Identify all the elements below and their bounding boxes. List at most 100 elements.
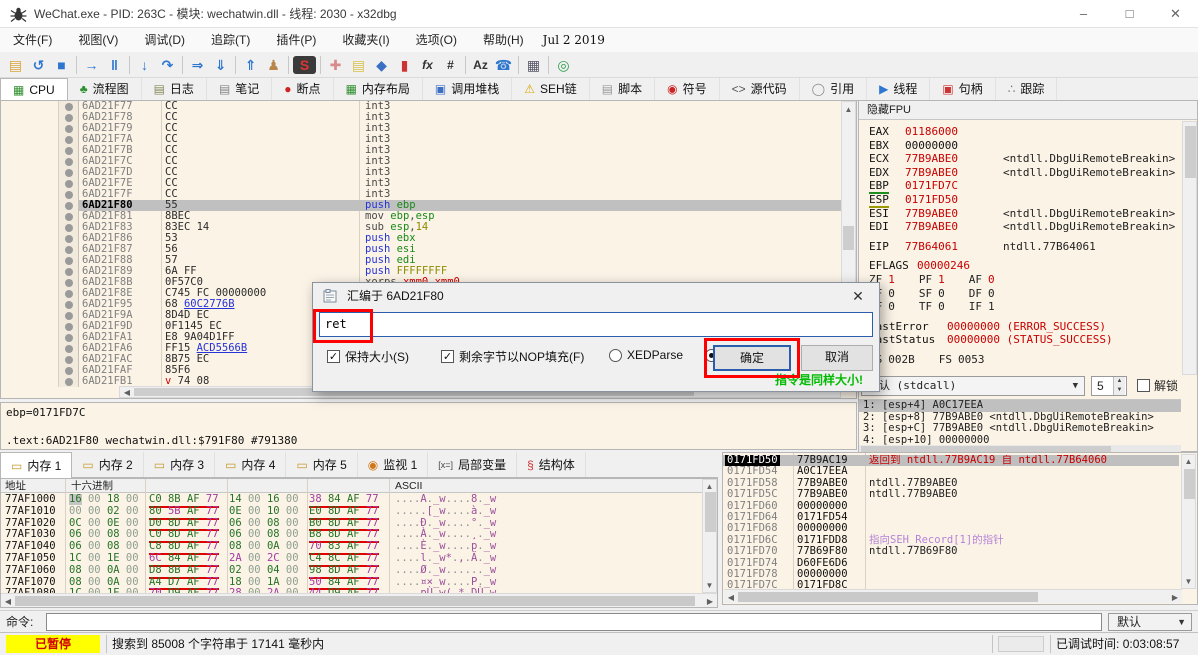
scroll-up-icon[interactable]: ▲ xyxy=(703,482,716,491)
close-button[interactable]: ✕ xyxy=(1153,0,1198,28)
stack-row[interactable]: 0171FD5C77B9ABE0ntdll.77B9ABE0 xyxy=(723,489,1179,500)
tab-内存-1[interactable]: ▭内存 1 xyxy=(0,452,72,478)
calling-convention-select[interactable]: 默认 (stdcall)▼ xyxy=(861,376,1085,396)
breakpoint-dot[interactable] xyxy=(65,158,73,166)
tab-内存-2[interactable]: ▭内存 2 xyxy=(72,452,143,477)
disasm-row[interactable]: 6AD21F8653push ebx xyxy=(79,233,841,244)
memory-horizontal-scrollbar[interactable]: ◀ ▶ xyxy=(1,593,717,607)
menu-item[interactable]: 收藏夹(I) xyxy=(329,28,402,52)
tab-结构体[interactable]: §结构体 xyxy=(517,452,586,477)
stop-icon[interactable]: ■ xyxy=(50,54,73,76)
scroll-thumb[interactable] xyxy=(738,592,1038,602)
argument-row[interactable]: 1: [esp+4] A0C17EEA xyxy=(859,400,1181,412)
calculator-icon[interactable]: ▦ xyxy=(522,54,545,76)
breakpoint-dot[interactable] xyxy=(65,213,73,221)
tab-局部变量[interactable]: [x=]局部变量 xyxy=(428,452,517,477)
scroll-right-icon[interactable]: ▶ xyxy=(1170,593,1180,602)
fill-nop-checkbox[interactable]: ✓ 剩余字节以NOP填充(F) xyxy=(441,348,584,365)
register-row[interactable]: EFLAGS00000246 xyxy=(859,259,1181,273)
menu-item[interactable]: 插件(P) xyxy=(263,28,329,52)
tab-references[interactable]: ◯引用 xyxy=(800,78,867,100)
tab-graph[interactable]: ♣流程图 xyxy=(68,78,142,100)
tab-source[interactable]: <>源代码 xyxy=(720,78,800,100)
register-row[interactable]: ESP0171FD50 xyxy=(859,193,1181,207)
command-history-select[interactable]: 默认▼ xyxy=(1108,613,1192,631)
xedparse-radio[interactable]: XEDParse xyxy=(609,348,683,362)
scroll-left-icon[interactable]: ◀ xyxy=(3,597,13,606)
tab-handles[interactable]: ▣句柄 xyxy=(930,78,995,100)
stack-row[interactable]: 0171FD640171FD54 xyxy=(723,512,1179,523)
breakpoint-dot[interactable] xyxy=(65,323,73,331)
register-row[interactable]: EDX77B9ABE0<ntdll.DbgUiRemoteBreakin> xyxy=(859,166,1181,180)
scroll-thumb[interactable] xyxy=(1185,126,1196,178)
tab-内存-4[interactable]: ▭内存 4 xyxy=(215,452,286,477)
run-to-user-code-icon[interactable]: ⇒ xyxy=(186,54,209,76)
register-row[interactable]: EIP77B64061ntdll.77B64061 xyxy=(859,240,1181,254)
patches-icon[interactable]: ✚ xyxy=(324,54,347,76)
keep-size-checkbox[interactable]: ✓ 保持大小(S) xyxy=(327,348,409,365)
menu-item[interactable]: 选项(O) xyxy=(403,28,470,52)
menu-item[interactable]: 追踪(T) xyxy=(198,28,263,52)
register-row[interactable]: ZF1PF1AF0 xyxy=(859,273,1181,287)
register-rows[interactable]: EAX01186000EBX00000000ECX77B9ABE0<ntdll.… xyxy=(859,125,1181,367)
menu-item[interactable]: 文件(F) xyxy=(0,28,65,52)
breakpoint-dot[interactable] xyxy=(65,268,73,276)
open-file-icon[interactable]: ▤ xyxy=(4,54,27,76)
breakpoint-dot[interactable] xyxy=(65,356,73,364)
stepper-arrows-icon[interactable]: ▲▼ xyxy=(1113,377,1125,395)
radio-unselected-icon[interactable] xyxy=(609,349,622,362)
comments-icon[interactable]: ▤ xyxy=(347,54,370,76)
disasm-row[interactable]: 6AD21F8756push esi xyxy=(79,244,841,255)
stack-panel[interactable]: 0171FD5077B9AC19返回到 ntdll.77B9AC19 自 ntd… xyxy=(722,452,1198,605)
tab-call-stack[interactable]: ▣调用堆栈 xyxy=(423,78,512,100)
scroll-thumb[interactable] xyxy=(15,596,695,606)
register-row[interactable]: GS002BFS0053 xyxy=(859,353,1181,367)
scroll-right-icon[interactable]: ▶ xyxy=(705,597,715,606)
registers-panel[interactable]: 隐藏FPU EAX01186000EBX00000000ECX77B9ABE0<… xyxy=(858,100,1198,452)
phone-icon[interactable]: ☎ xyxy=(492,54,515,76)
scylla-icon[interactable]: S xyxy=(293,56,316,74)
dialog-titlebar[interactable]: 汇编于 6AD21F80 ✕ xyxy=(313,283,879,309)
register-row[interactable]: ESI77B9ABE0<ntdll.DbgUiRemoteBreakin> xyxy=(859,207,1181,221)
disasm-row[interactable]: 6AD21F7CCCint3 xyxy=(79,156,841,167)
tab-log[interactable]: ▤日志 xyxy=(142,78,207,100)
menu-item[interactable]: 帮助(H) xyxy=(470,28,537,52)
step-over-icon[interactable]: ↷ xyxy=(156,54,179,76)
internet-icon[interactable]: ◎ xyxy=(552,54,575,76)
dialog-close-icon[interactable]: ✕ xyxy=(845,283,871,309)
breakpoint-dot[interactable] xyxy=(65,257,73,265)
disasm-row[interactable]: 6AD21F7ACCint3 xyxy=(79,134,841,145)
register-row[interactable]: EDI77B9ABE0<ntdll.DbgUiRemoteBreakin> xyxy=(859,220,1181,234)
memory-vertical-scrollbar[interactable]: ▲ ▼ xyxy=(702,479,717,593)
favourites-icon[interactable]: ◆ xyxy=(370,54,393,76)
stack-rows[interactable]: 0171FD5077B9AC19返回到 ntdll.77B9AC19 自 ntd… xyxy=(723,455,1179,589)
breakpoint-dot[interactable] xyxy=(65,246,73,254)
calculator-hash-icon[interactable]: # xyxy=(439,54,462,76)
tab-seh-chain[interactable]: ⚠SEH链 xyxy=(512,78,589,100)
stack-vertical-scrollbar[interactable]: ▲ ▼ xyxy=(1181,454,1196,589)
memory-rows[interactable]: 77AF100016 00 18 00C0 8B AF 7714 00 16 0… xyxy=(1,494,701,593)
stack-row[interactable]: 0171FD6000000000 xyxy=(723,501,1179,512)
disasm-row[interactable]: 6AD21F79CCint3 xyxy=(79,123,841,134)
maximize-button[interactable]: □ xyxy=(1107,0,1152,28)
disasm-row[interactable]: 6AD21F8383EC 14sub esp,14 xyxy=(79,222,841,233)
step-into-icon[interactable]: ↓ xyxy=(133,54,156,76)
scroll-up-icon[interactable]: ▲ xyxy=(842,105,855,114)
breakpoint-dot[interactable] xyxy=(65,290,73,298)
registers-vertical-scrollbar[interactable] xyxy=(1182,121,1197,375)
argument-row[interactable]: 3: [esp+C] 77B9ABE0 <ntdll.DbgUiRemoteBr… xyxy=(859,423,1181,435)
register-row[interactable]: EBX00000000 xyxy=(859,139,1181,153)
tab-symbols[interactable]: ◉符号 xyxy=(655,78,720,100)
checkbox-icon[interactable] xyxy=(1137,379,1150,392)
pause-icon[interactable]: ‖ xyxy=(103,54,126,76)
text-az-icon[interactable]: Az xyxy=(469,54,492,76)
breakpoint-dot[interactable] xyxy=(65,114,73,122)
tab-notes[interactable]: ▤笔记 xyxy=(207,78,272,100)
breakpoint-dot[interactable] xyxy=(65,169,73,177)
step-out-icon[interactable]: ⇑ xyxy=(239,54,262,76)
stack-horizontal-scrollbar[interactable]: ◀ ▶ xyxy=(724,589,1182,603)
tab-breakpoints[interactable]: ●断点 xyxy=(272,78,333,100)
checkbox-checked-icon[interactable]: ✓ xyxy=(441,350,454,363)
stack-row[interactable]: 0171FD7C0171FD8C xyxy=(723,580,1179,589)
register-row[interactable]: ECX77B9ABE0<ntdll.DbgUiRemoteBreakin> xyxy=(859,152,1181,166)
